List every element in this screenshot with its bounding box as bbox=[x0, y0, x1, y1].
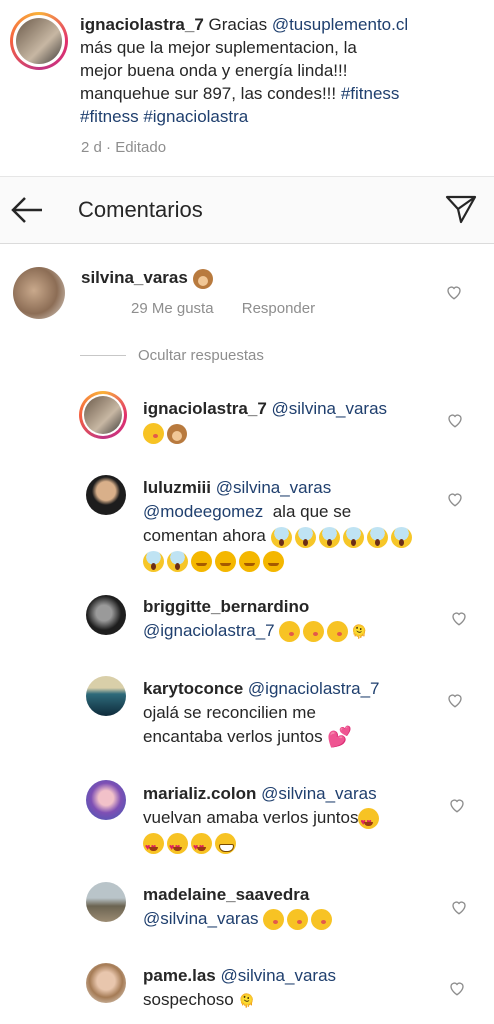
hide-replies-button[interactable]: Ocultar respuestas bbox=[138, 347, 264, 364]
comment-mention[interactable]: @ignaciolastra_7 bbox=[143, 621, 275, 640]
heart-icon[interactable] bbox=[445, 283, 463, 301]
hashtag-link[interactable]: #ignaciolastra bbox=[143, 107, 248, 126]
comment-mention[interactable]: @silvina_varas bbox=[143, 909, 259, 928]
caption-line: manquehue sur 897, las condes!!! bbox=[80, 84, 341, 103]
comment-username[interactable]: silvina_varas bbox=[81, 268, 188, 287]
comment-username[interactable]: karytoconce bbox=[143, 679, 243, 698]
comment-mention[interactable]: @silvina_varas bbox=[261, 784, 377, 803]
comment-mention[interactable]: @ignaciolastra_7 bbox=[248, 679, 380, 698]
kiss-emoji-icon bbox=[143, 423, 164, 445]
comment-text: comentan ahora bbox=[143, 526, 266, 545]
paper-plane-icon[interactable] bbox=[445, 194, 477, 224]
avatar[interactable] bbox=[13, 267, 65, 319]
avatar[interactable] bbox=[86, 963, 126, 1003]
smile-emoji-icon bbox=[239, 551, 260, 573]
comment-username[interactable]: pame.las bbox=[143, 966, 216, 985]
scream-emoji-icon bbox=[342, 526, 364, 548]
comment-text: vuelvan amaba verlos juntos bbox=[143, 808, 359, 827]
comment-mention[interactable]: @silvina_varas bbox=[221, 966, 337, 985]
caption-separator: · bbox=[106, 139, 112, 156]
avatar[interactable] bbox=[86, 780, 126, 820]
caption-avatar bbox=[16, 18, 62, 64]
page-title: Comentarios bbox=[78, 197, 203, 222]
kiss-emoji-icon bbox=[311, 909, 333, 931]
unknown-glyph: 🫠 bbox=[238, 992, 255, 1008]
heart-icon[interactable] bbox=[450, 609, 468, 627]
comment-mention[interactable]: @silvina_varas bbox=[216, 478, 332, 497]
scream-emoji-icon bbox=[167, 551, 188, 573]
emoji-row bbox=[270, 525, 415, 549]
unknown-glyph: 🫠 bbox=[351, 623, 368, 639]
two-hearts-emoji-icon: 💕 bbox=[327, 726, 353, 749]
caption-edited: Editado bbox=[115, 139, 167, 156]
avatar[interactable] bbox=[86, 676, 126, 716]
comment-text: ojalá se reconcilien me bbox=[143, 703, 316, 722]
comment-text: encantaba verlos juntos bbox=[143, 727, 323, 746]
caption-mention[interactable]: @tusuplemento.cl bbox=[272, 15, 408, 34]
divider-line bbox=[80, 355, 126, 356]
scream-emoji-icon bbox=[294, 526, 316, 548]
emoji-row bbox=[143, 831, 239, 859]
caption-meta: 2 d · Editado bbox=[81, 139, 166, 156]
scream-emoji-icon bbox=[366, 526, 388, 548]
smile-emoji-icon bbox=[263, 551, 284, 573]
hashtag-link[interactable]: #fitness bbox=[80, 107, 139, 126]
comment-mention[interactable]: @modeegomez bbox=[143, 502, 263, 521]
kiss-emoji-icon bbox=[279, 621, 301, 643]
heart-icon[interactable] bbox=[446, 691, 464, 709]
heart-eyes-emoji-icon bbox=[191, 832, 212, 859]
caption-line: más que la mejor suplementacion, la bbox=[80, 38, 357, 57]
smile-emoji-icon bbox=[191, 551, 212, 573]
avatar[interactable] bbox=[86, 595, 126, 635]
heart-icon[interactable] bbox=[446, 411, 464, 429]
comment-username[interactable]: briggitte_bernardino bbox=[143, 597, 309, 616]
scream-emoji-icon bbox=[270, 526, 292, 548]
caption-line: mejor buena onda y energía linda!!! bbox=[80, 61, 348, 80]
kiss-emoji-icon bbox=[303, 621, 325, 643]
comment-username[interactable]: ignaciolastra_7 bbox=[143, 399, 267, 418]
avatar[interactable] bbox=[86, 475, 126, 515]
heart-icon[interactable] bbox=[448, 979, 466, 997]
avatar[interactable] bbox=[86, 882, 126, 922]
heart-icon[interactable] bbox=[448, 796, 466, 814]
heart-eyes-emoji-icon bbox=[358, 808, 380, 834]
smile-emoji-icon bbox=[215, 551, 236, 573]
reply-button[interactable]: Responder bbox=[242, 300, 315, 317]
scream-emoji-icon bbox=[143, 551, 164, 573]
comment-username[interactable]: madelaine_saavedra bbox=[143, 885, 309, 904]
kiss-emoji-icon bbox=[263, 909, 285, 931]
comment-username[interactable]: marializ.colon bbox=[143, 784, 256, 803]
monkey-emoji-icon bbox=[167, 423, 187, 444]
heart-icon[interactable] bbox=[446, 490, 464, 508]
avatar bbox=[84, 396, 122, 434]
comment-username[interactable]: luluzmiii bbox=[143, 478, 211, 497]
caption-text: Gracias bbox=[208, 15, 272, 34]
header-bar: Comentarios bbox=[0, 176, 494, 244]
heart-icon[interactable] bbox=[450, 898, 468, 916]
comment-mention[interactable]: @silvina_varas bbox=[272, 399, 388, 418]
grin-emoji-icon bbox=[215, 832, 236, 854]
like-count[interactable]: 29 Me gusta bbox=[131, 300, 214, 317]
hashtag-link[interactable]: #fitness bbox=[341, 84, 400, 103]
heart-eyes-emoji-icon bbox=[143, 832, 164, 859]
heart-eyes-emoji-icon bbox=[167, 832, 188, 859]
comment-text: ala que se bbox=[272, 502, 352, 521]
caption-username[interactable]: ignaciolastra_7 bbox=[80, 15, 204, 34]
emoji-row bbox=[143, 549, 287, 573]
comment-text: sospechoso bbox=[143, 990, 234, 1009]
monkey-emoji-icon bbox=[192, 268, 213, 289]
scream-emoji-icon bbox=[318, 526, 340, 548]
arrow-left-icon[interactable] bbox=[10, 196, 44, 224]
avatar-ring[interactable] bbox=[79, 391, 127, 439]
kiss-emoji-icon bbox=[287, 909, 309, 931]
caption-time: 2 d bbox=[81, 139, 102, 156]
caption-avatar-ring[interactable] bbox=[10, 12, 68, 70]
scream-emoji-icon bbox=[390, 526, 412, 548]
kiss-emoji-icon bbox=[327, 621, 349, 643]
